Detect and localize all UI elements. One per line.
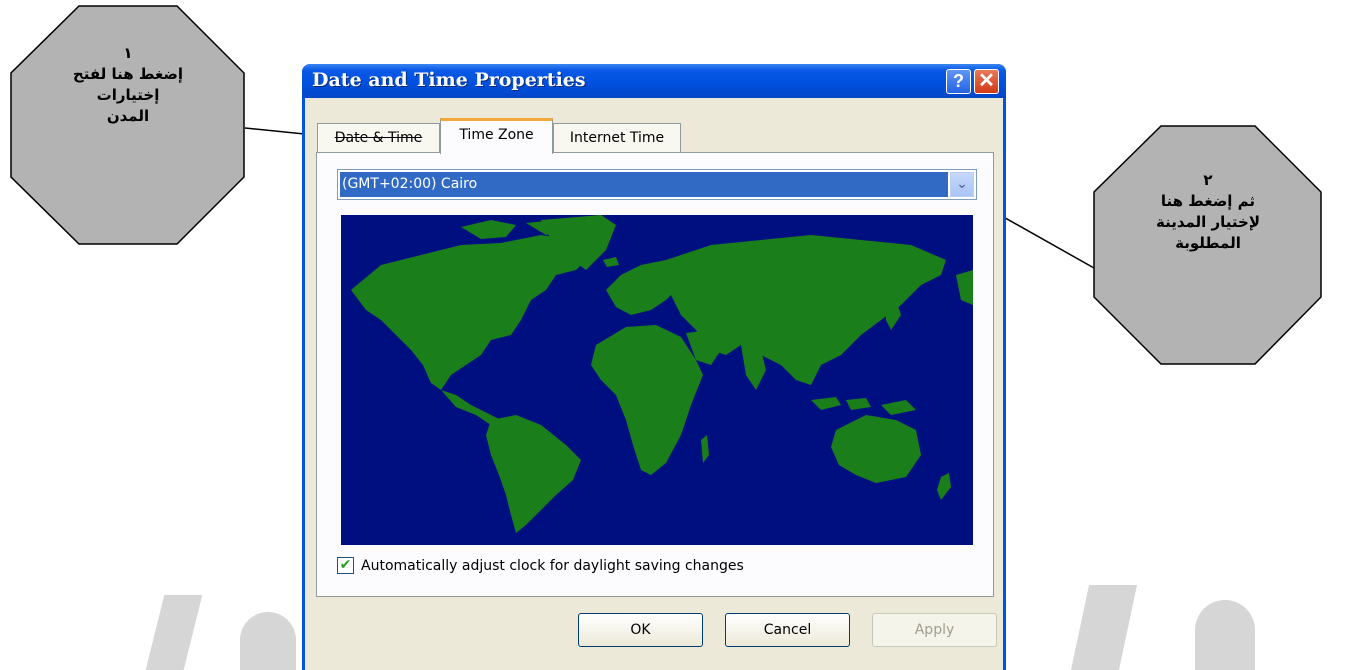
callout-2-line-3: المطلوبة [1175, 234, 1241, 252]
callout-2: ٢ ثم إضغط هنا لإختيار المدينة المطلوبة [1093, 125, 1323, 365]
callout-1-number: ١ [123, 44, 133, 62]
help-button[interactable]: ? [946, 69, 971, 94]
ok-button[interactable]: OK [578, 613, 703, 647]
tab-time-zone-label: Time Zone [459, 127, 534, 143]
dst-checkbox-label[interactable]: Automatically adjust clock for daylight … [361, 555, 744, 577]
dst-checkbox[interactable]: ✔ [337, 557, 354, 574]
date-time-properties-window: Date and Time Properties ? ✕ Date & Time… [302, 64, 1006, 670]
callout-1: ١ إضغط هنا لفتح إختيارات المدن [10, 5, 246, 245]
time-zone-selected-value: (GMT+02:00) Cairo [340, 172, 948, 197]
tab-time-zone[interactable]: Time Zone [440, 118, 553, 154]
tab-internet-time-label: Internet Time [569, 130, 665, 146]
window-title: Date and Time Properties [312, 69, 586, 91]
cancel-button[interactable]: Cancel [725, 613, 850, 647]
callout-1-line-2: إختيارات [96, 86, 160, 104]
tab-date-time-label: Date & Time [334, 130, 423, 146]
world-map-image [341, 215, 973, 545]
callout-2-number: ٢ [1203, 171, 1213, 189]
time-zone-panel: (GMT+02:00) Cairo ⌄ ✔ Automatically adju… [316, 152, 994, 597]
title-bar[interactable]: Date and Time Properties ? ✕ [302, 64, 1006, 98]
tab-internet-time[interactable]: Internet Time [553, 123, 681, 153]
callout-2-line-1: ثم إضغط هنا [1160, 192, 1256, 210]
callout-1-line-3: المدن [106, 107, 150, 125]
close-button[interactable]: ✕ [974, 69, 999, 94]
chevron-down-icon[interactable]: ⌄ [950, 172, 974, 197]
tab-date-time[interactable]: Date & Time [317, 123, 440, 153]
callout-2-line-2: لإختيار المدينة [1155, 213, 1261, 231]
apply-button[interactable]: Apply [872, 613, 997, 647]
time-zone-dropdown[interactable]: (GMT+02:00) Cairo ⌄ [337, 169, 977, 200]
world-map [341, 215, 973, 545]
callout-1-line-1: إضغط هنا لفتح [72, 65, 184, 83]
dialog-body: Date & Time Time Zone Internet Time (GMT… [305, 98, 1003, 670]
